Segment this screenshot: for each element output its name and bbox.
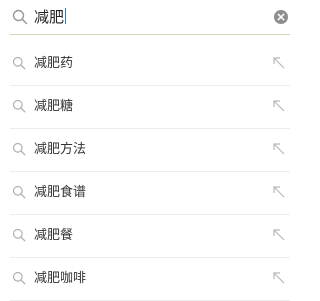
search-icon bbox=[12, 9, 28, 25]
search-icon bbox=[12, 271, 26, 285]
clear-icon[interactable] bbox=[274, 10, 288, 24]
search-query-text: 减肥 bbox=[34, 8, 65, 26]
search-bar[interactable]: 减肥 bbox=[10, 0, 290, 35]
arrow-up-left-icon[interactable] bbox=[272, 228, 286, 242]
suggestion-label: 减肥糖 bbox=[34, 99, 74, 114]
arrow-up-left-icon[interactable] bbox=[272, 99, 286, 113]
search-icon bbox=[12, 56, 26, 70]
suggestion-label: 减肥药 bbox=[34, 56, 74, 71]
arrow-up-left-icon[interactable] bbox=[272, 271, 286, 285]
search-icon bbox=[12, 228, 26, 242]
suggestion-item[interactable]: 减肥方法 bbox=[10, 129, 290, 172]
arrow-up-left-icon[interactable] bbox=[272, 56, 286, 70]
search-icon bbox=[12, 185, 26, 199]
suggestion-item[interactable]: 减肥餐 bbox=[10, 215, 290, 258]
suggestion-label: 减肥餐 bbox=[34, 228, 74, 243]
search-icon bbox=[12, 99, 26, 113]
search-input[interactable]: 减肥 bbox=[34, 8, 67, 26]
suggestion-item[interactable]: 减肥糖 bbox=[10, 86, 290, 129]
suggestion-item[interactable]: 减肥咖啡 bbox=[10, 258, 290, 301]
suggestion-item[interactable]: 减肥药 bbox=[10, 43, 290, 86]
search-icon bbox=[12, 142, 26, 156]
suggestion-label: 减肥咖啡 bbox=[34, 271, 87, 286]
suggestion-label: 减肥方法 bbox=[34, 142, 87, 157]
suggestion-item[interactable]: 减肥食谱 bbox=[10, 172, 290, 215]
text-caret bbox=[65, 8, 67, 24]
arrow-up-left-icon[interactable] bbox=[272, 142, 286, 156]
arrow-up-left-icon[interactable] bbox=[272, 185, 286, 199]
suggestion-list: 减肥药 减肥糖 减肥方法 减肥食谱 减肥餐 减肥咖啡 bbox=[0, 43, 300, 301]
suggestion-label: 减肥食谱 bbox=[34, 185, 87, 200]
